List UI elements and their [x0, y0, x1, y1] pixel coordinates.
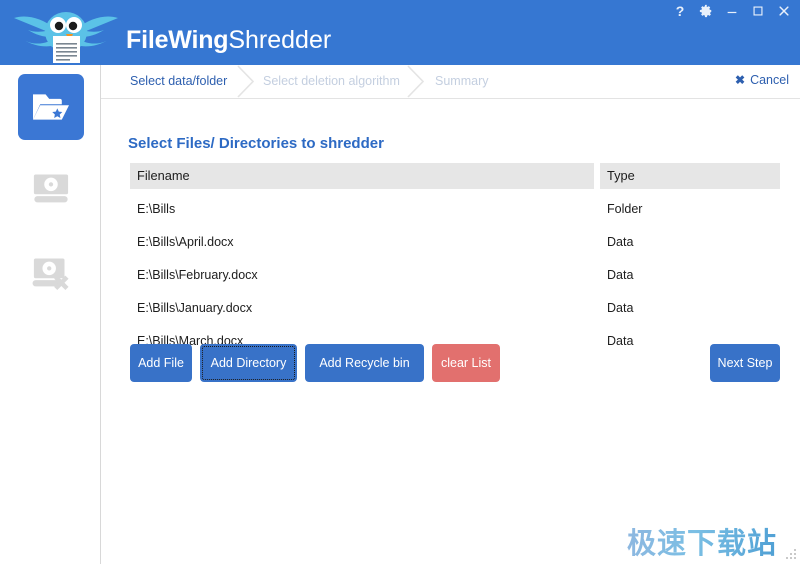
column-header-type[interactable]: Type — [600, 163, 780, 189]
clear-list-button[interactable]: clear List — [432, 344, 500, 382]
column-header-filename[interactable]: Filename — [130, 163, 594, 189]
action-button-row: Add File Add Directory Add Recycle bin c… — [130, 344, 780, 382]
brand-name-light: Shredder — [228, 26, 332, 54]
content-panel: Select data/folder Select deletion algor… — [101, 65, 800, 564]
chevron-right-icon — [235, 65, 257, 98]
app-brand-title: FileWingShredder — [126, 26, 331, 54]
minimize-button[interactable] — [724, 3, 740, 19]
breadcrumb-step-select-data[interactable]: Select data/folder — [130, 74, 227, 88]
next-step-button[interactable]: Next Step — [710, 344, 780, 382]
table-row[interactable]: E:\Bills Folder — [130, 196, 780, 222]
title-bar: FileWingShredder ? — [0, 0, 800, 65]
breadcrumb-step-select-algorithm[interactable]: Select deletion algorithm — [263, 74, 400, 88]
maximize-button[interactable] — [750, 3, 766, 19]
table-row[interactable]: E:\Bills\February.docx Data — [130, 262, 780, 288]
add-directory-button[interactable]: Add Directory — [200, 344, 297, 382]
chevron-right-icon — [405, 65, 427, 98]
table-row[interactable]: E:\Bills\April.docx Data — [130, 229, 780, 255]
brand-name-bold: FileWing — [126, 26, 229, 54]
cell-type: Folder — [607, 202, 643, 216]
breadcrumb: Select data/folder Select deletion algor… — [101, 65, 800, 99]
disk-delete-icon — [30, 254, 72, 290]
close-button[interactable] — [776, 3, 792, 19]
cell-filename: E:\Bills\April.docx — [137, 235, 234, 249]
page-title: Select Files/ Directories to shredder — [128, 135, 384, 152]
cell-type: Data — [607, 268, 634, 282]
add-recycle-bin-button[interactable]: Add Recycle bin — [305, 344, 424, 382]
site-watermark: 极速下载站 — [627, 520, 777, 562]
file-list-table: Filename Type E:\Bills Folder E:\Bills\A… — [130, 163, 780, 354]
table-row[interactable]: E:\Bills\January.docx Data — [130, 295, 780, 321]
filewing-shredder-window: FileWingShredder ? Select data/folder Se… — [0, 0, 800, 564]
cell-filename: E:\Bills\January.docx — [137, 301, 253, 315]
sidebar — [0, 65, 101, 564]
sidebar-item-select-data[interactable] — [18, 74, 84, 140]
add-file-button[interactable]: Add File — [130, 344, 192, 382]
resize-grip[interactable] — [783, 547, 797, 561]
sidebar-item-disk[interactable] — [18, 155, 84, 221]
cancel-label: Cancel — [750, 73, 789, 87]
disk-icon — [30, 170, 72, 206]
cell-type: Data — [607, 235, 634, 249]
cell-filename: E:\Bills\February.docx — [137, 268, 258, 282]
cell-type: Data — [607, 301, 634, 315]
help-button[interactable]: ? — [672, 3, 688, 19]
window-controls: ? — [672, 3, 792, 19]
gear-icon[interactable] — [698, 3, 714, 19]
cancel-button[interactable]: ✖ Cancel — [735, 73, 789, 87]
table-header-row: Filename Type — [130, 163, 780, 189]
filewing-bird-logo-icon — [12, 2, 120, 64]
close-icon: ✖ — [735, 73, 746, 87]
folder-star-icon — [31, 89, 71, 125]
cell-filename: E:\Bills — [137, 202, 176, 216]
breadcrumb-step-summary[interactable]: Summary — [435, 74, 488, 88]
sidebar-item-disk-delete[interactable] — [18, 239, 84, 305]
